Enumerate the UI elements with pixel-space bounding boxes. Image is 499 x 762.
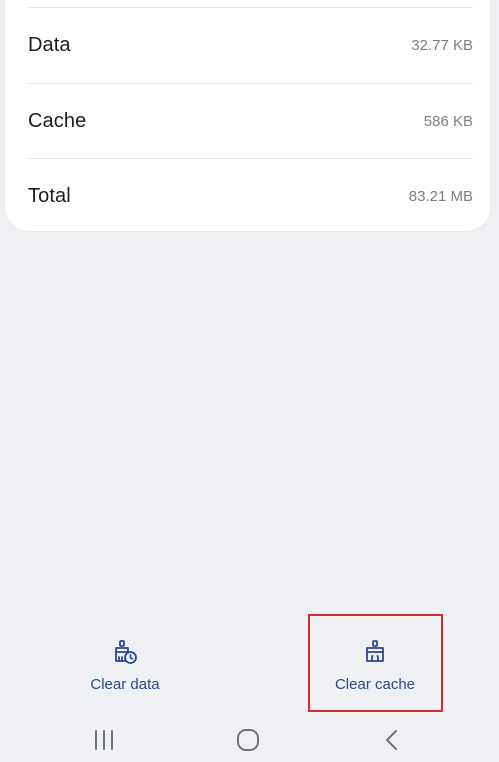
recents-icon: [95, 730, 113, 750]
storage-row-value: 32.77 KB: [411, 37, 473, 54]
back-button[interactable]: [362, 718, 422, 762]
storage-row-value: 586 KB: [423, 113, 473, 130]
storage-row-value: 83.21 MB: [408, 188, 473, 205]
storage-row-data: Data 32.77 KB: [28, 8, 473, 83]
recents-button[interactable]: [74, 718, 134, 762]
clear-data-label: Clear data: [90, 676, 160, 693]
storage-row-label: Data: [28, 34, 71, 56]
storage-card: Data 32.77 KB Cache 586 KB Total 83.21 M…: [5, 0, 490, 231]
highlight-box: [308, 614, 443, 712]
clear-data-button[interactable]: Clear data: [66, 638, 184, 693]
home-button[interactable]: [218, 718, 278, 762]
storage-row-total: Total 83.21 MB: [28, 159, 473, 234]
storage-row-label: Cache: [28, 110, 87, 132]
back-icon: [386, 730, 397, 750]
navigation-bar: [0, 718, 499, 762]
home-icon: [237, 729, 259, 751]
broom-clock-icon: [115, 640, 137, 664]
storage-row-label: Total: [28, 185, 71, 207]
storage-row-cache: Cache 586 KB: [28, 84, 473, 159]
